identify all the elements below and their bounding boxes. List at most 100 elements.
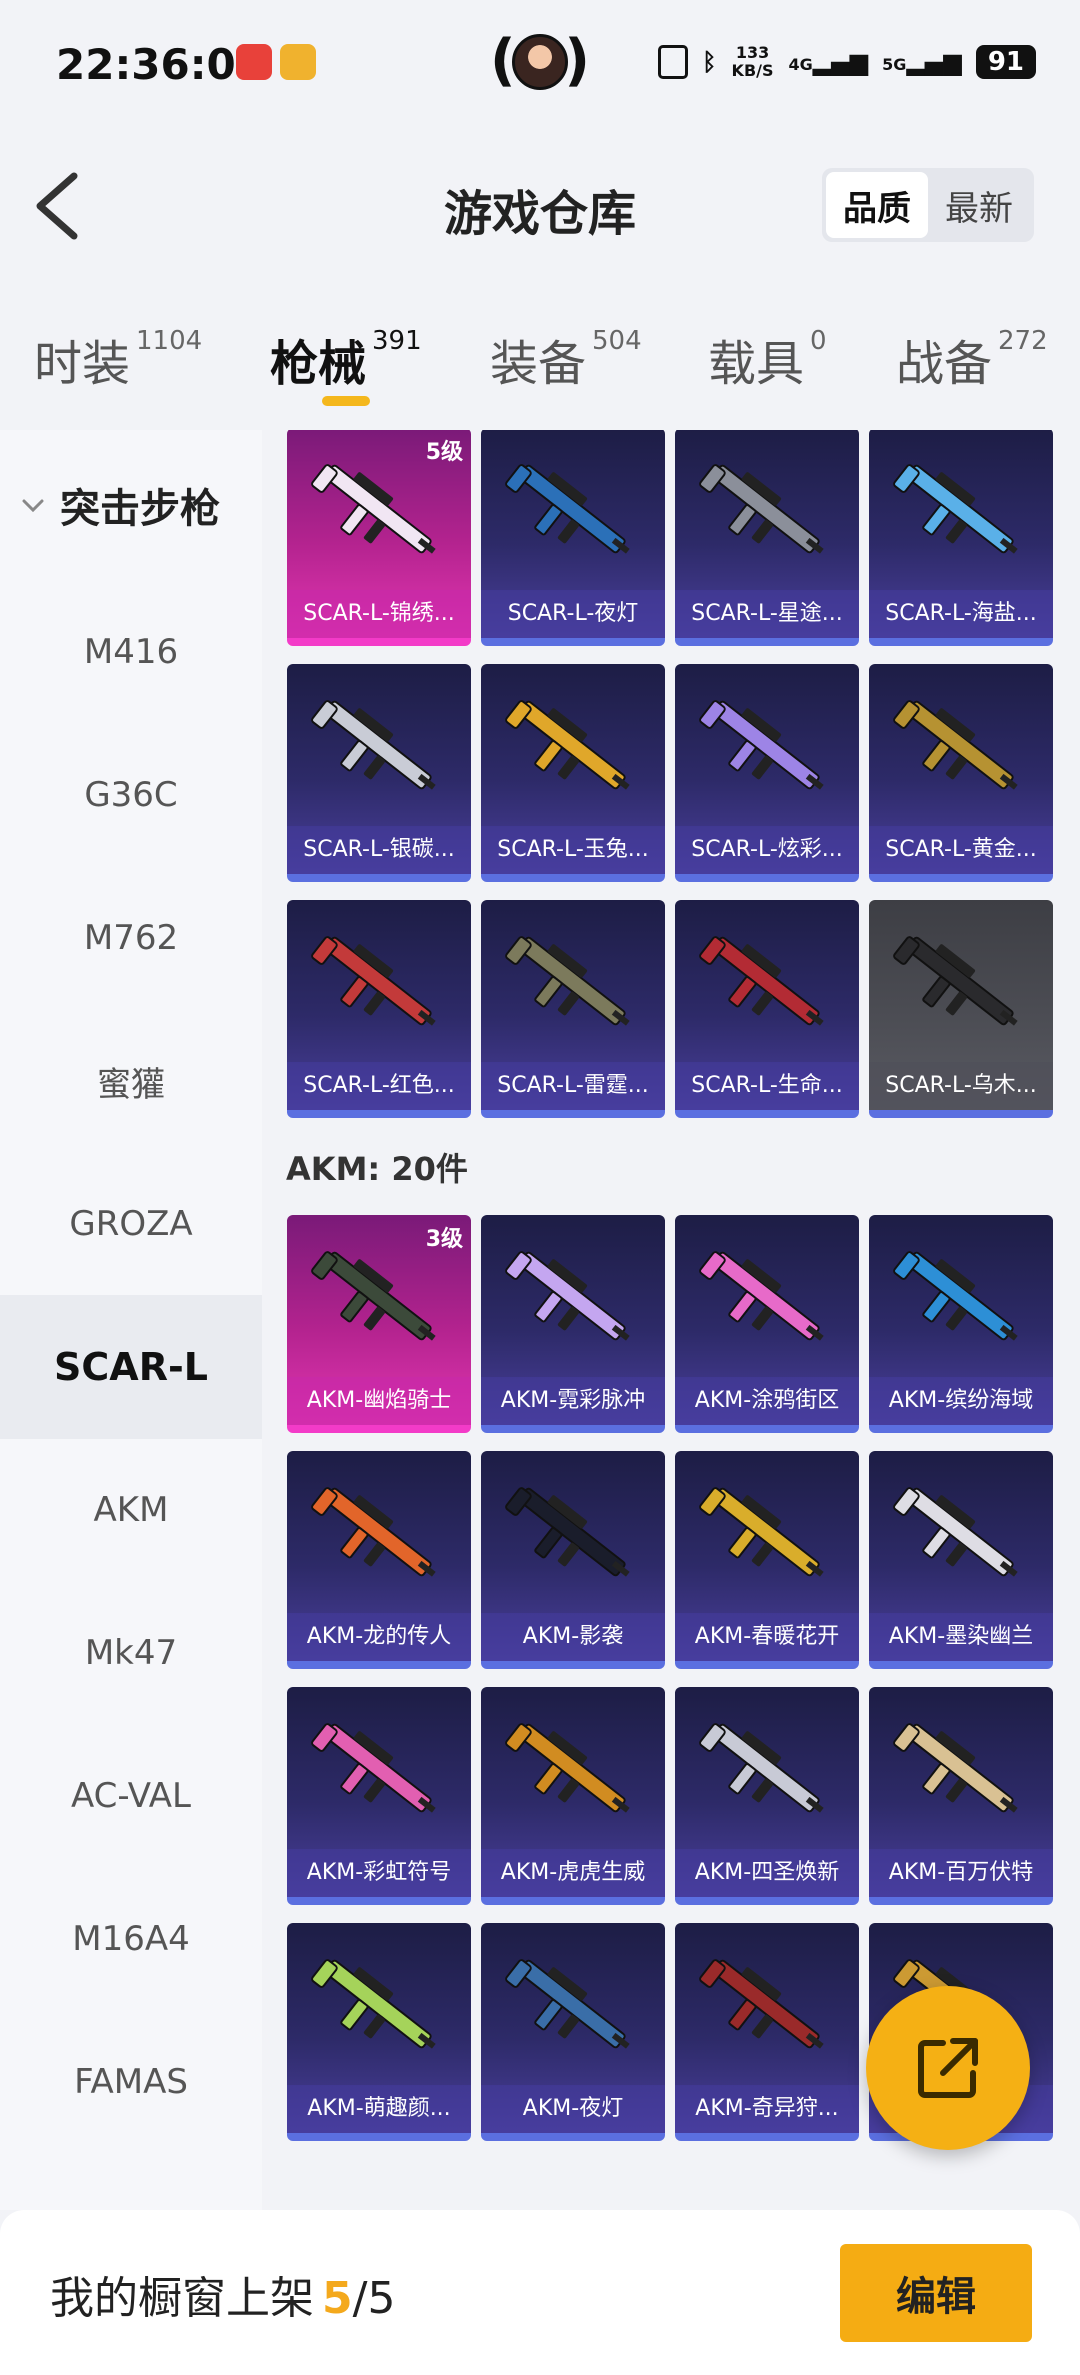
rifle-icon <box>699 1251 824 1341</box>
scar-card[interactable]: SCAR-L-银碳... <box>287 664 471 882</box>
app-header: 游戏仓库 品质 最新 <box>0 128 1080 278</box>
akm-card[interactable]: AKM-龙的传人 <box>287 1451 471 1669</box>
scar-card[interactable]: SCAR-L-黄金... <box>869 664 1053 882</box>
akm-card[interactable]: AKM-墨染幽兰 <box>869 1451 1053 1669</box>
scar-card[interactable]: SCAR-L-雷霆... <box>481 900 665 1118</box>
akm-card[interactable]: AKM-四圣焕新 <box>675 1687 859 1905</box>
active-tab-indicator <box>322 396 370 406</box>
scar-card[interactable]: SCAR-L-乌木... <box>869 900 1053 1118</box>
tab-fashion[interactable]: 时装 1104 <box>34 324 202 414</box>
weapon-name: AKM-四圣焕新 <box>675 1849 859 1897</box>
rifle-icon <box>505 1723 630 1813</box>
scar-card[interactable]: SCAR-L-海盐... <box>869 430 1053 646</box>
status-time: 22:36:03 <box>56 40 265 89</box>
akm-card[interactable]: AKM-霓彩脉冲 <box>481 1215 665 1433</box>
scar-card[interactable]: 5级 SCAR-L-锦绣... <box>287 430 471 646</box>
sidebar-item-m762[interactable]: M762 <box>0 866 262 1010</box>
sort-option-newest[interactable]: 最新 <box>928 172 1030 238</box>
rifle-icon <box>699 700 824 790</box>
rifle-icon <box>505 464 630 554</box>
signal-5g-icon: 5G▂▄▆ <box>882 48 962 76</box>
weapon-name: AKM-幽焰骑士 <box>287 1377 471 1425</box>
tab-supplies[interactable]: 战备 272 <box>896 324 1048 414</box>
weapon-name: SCAR-L-红色... <box>287 1062 471 1110</box>
rifle-icon <box>311 1487 436 1577</box>
akm-card[interactable]: 3级 AKM-幽焰骑士 <box>287 1215 471 1433</box>
weapon-name: SCAR-L-海盐... <box>869 590 1053 638</box>
weapon-name: AKM-百万伏特 <box>869 1849 1053 1897</box>
weapon-name: AKM-霓彩脉冲 <box>481 1377 665 1425</box>
sidebar-item-m416[interactable]: M416 <box>0 580 262 724</box>
rifle-icon <box>311 700 436 790</box>
weapon-name: AKM-虎虎生威 <box>481 1849 665 1897</box>
weapon-name: SCAR-L-玉兔... <box>481 826 665 874</box>
akm-card[interactable]: AKM-涂鸦街区 <box>675 1215 859 1433</box>
rifle-icon <box>505 936 630 1026</box>
sidebar-item-m16a4[interactable]: M16A4 <box>0 1867 262 2011</box>
share-fab-button[interactable] <box>866 1986 1030 2150</box>
sidebar-item-famas[interactable]: FAMAS <box>0 2010 262 2154</box>
scar-card[interactable]: SCAR-L-炫彩... <box>675 664 859 882</box>
back-button[interactable] <box>30 168 90 244</box>
akm-card[interactable]: AKM-百万伏特 <box>869 1687 1053 1905</box>
chevron-down-icon <box>22 499 44 513</box>
sidebar-group-assault-rifles[interactable]: 突击步枪 <box>0 430 262 580</box>
tab-equipment[interactable]: 装备 504 <box>490 324 642 414</box>
rifle-icon <box>699 1487 824 1577</box>
signal-4g-icon: 4G▂▄▆ <box>788 48 869 76</box>
edit-button[interactable]: 编辑 <box>840 2244 1032 2342</box>
battery-indicator: 91 <box>975 45 1036 79</box>
shelf-count: 5 <box>322 2273 353 2324</box>
rifle-icon <box>311 1723 436 1813</box>
weapon-name: AKM-春暖花开 <box>675 1613 859 1661</box>
app-notification-icon <box>280 44 316 80</box>
rifle-icon <box>505 1487 630 1577</box>
rifle-icon <box>699 1723 824 1813</box>
sidebar-item-ac-val[interactable]: AC-VAL <box>0 1724 262 1868</box>
sidebar-item-scar-l[interactable]: SCAR-L <box>0 1295 262 1439</box>
nfc-icon <box>658 45 689 79</box>
sort-option-quality[interactable]: 品质 <box>826 172 928 238</box>
level-badge: 5级 <box>425 440 463 465</box>
paren-right-icon: ) <box>564 28 590 93</box>
scar-card[interactable]: SCAR-L-红色... <box>287 900 471 1118</box>
rifle-icon <box>893 464 1018 554</box>
akm-card[interactable]: AKM-影袭 <box>481 1451 665 1669</box>
scar-card[interactable]: SCAR-L-生命... <box>675 900 859 1118</box>
sidebar-item-honey-badger[interactable]: 蜜獾 <box>0 1009 262 1153</box>
sidebar-item-mk47[interactable]: Mk47 <box>0 1581 262 1725</box>
scar-card[interactable]: SCAR-L-星途... <box>675 430 859 646</box>
tab-vehicles[interactable]: 载具 0 <box>708 324 827 414</box>
shelf-total: 5 <box>367 2273 396 2324</box>
scar-card[interactable]: SCAR-L-夜灯 <box>481 430 665 646</box>
akm-card[interactable]: AKM-彩虹符号 <box>287 1687 471 1905</box>
bluetooth-icon: ᛒ <box>702 48 717 76</box>
dynamic-island-avatar: ( ) <box>490 28 590 100</box>
akm-card[interactable]: AKM-缤纷海域 <box>869 1215 1053 1433</box>
rifle-icon <box>893 1251 1018 1341</box>
weapon-name: SCAR-L-雷霆... <box>481 1062 665 1110</box>
avatar <box>512 34 568 90</box>
chevron-left-icon <box>36 172 78 240</box>
rifle-icon <box>699 464 824 554</box>
rifle-icon <box>893 1487 1018 1577</box>
akm-card[interactable]: AKM-夜灯 <box>481 1923 665 2141</box>
net-speed: 133 KB/S <box>731 43 774 80</box>
akm-card[interactable]: AKM-奇异狩... <box>675 1923 859 2141</box>
sidebar-item-g36c[interactable]: G36C <box>0 723 262 867</box>
akm-card[interactable]: AKM-虎虎生威 <box>481 1687 665 1905</box>
sidebar-item-groza[interactable]: GROZA <box>0 1152 262 1296</box>
weapon-name: AKM-萌趣颜... <box>287 2085 471 2133</box>
akm-card[interactable]: AKM-萌趣颜... <box>287 1923 471 2141</box>
status-icons: ᛒ 133 KB/S 4G▂▄▆ 5G▂▄▆ 91 <box>658 44 1036 80</box>
weapon-name: AKM-缤纷海域 <box>869 1377 1053 1425</box>
weapon-name: SCAR-L-黄金... <box>869 826 1053 874</box>
weapon-name: AKM-夜灯 <box>481 2085 665 2133</box>
scar-card[interactable]: SCAR-L-玉兔... <box>481 664 665 882</box>
shelf-status: 我的橱窗上架 5 / 5 <box>50 2273 396 2324</box>
sort-toggle: 品质 最新 <box>822 168 1034 242</box>
weapon-name: SCAR-L-夜灯 <box>481 590 665 638</box>
sidebar-item-akm[interactable]: AKM <box>0 1438 262 1582</box>
rifle-icon <box>699 1959 824 2049</box>
akm-card[interactable]: AKM-春暖花开 <box>675 1451 859 1669</box>
